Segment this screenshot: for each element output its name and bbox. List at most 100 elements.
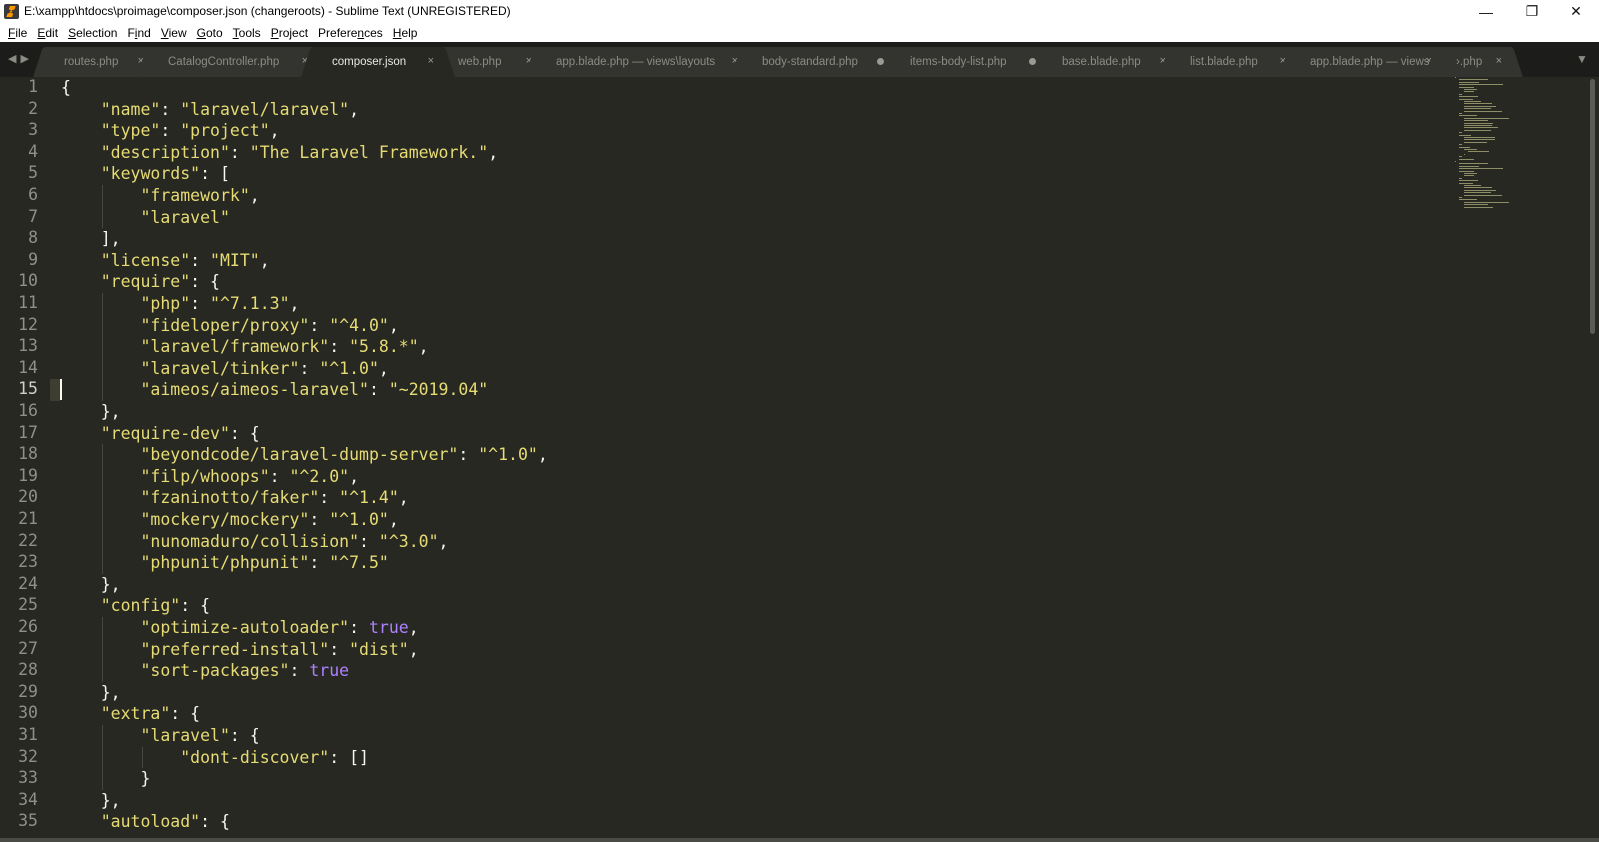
punctuation-token: , — [408, 639, 419, 659]
tab[interactable]: items-body-list.php — [890, 47, 1048, 77]
code-line[interactable]: ], — [61, 228, 121, 250]
close-window-button[interactable]: ✕ — [1553, 0, 1599, 23]
menu-item[interactable]: File — [3, 26, 32, 40]
code-line[interactable]: "nunomaduro/collision": "^3.0", — [61, 531, 448, 553]
code-line[interactable]: }, — [61, 790, 121, 812]
code-line[interactable]: "php": "^7.1.3", — [61, 293, 299, 315]
code-line[interactable]: }, — [61, 682, 121, 704]
horizontal-scrollbar[interactable] — [0, 838, 1599, 842]
tab-active[interactable]: composer.json × — [312, 47, 444, 77]
tab-close-icon[interactable]: × — [428, 55, 434, 67]
tab[interactable]: app.blade.php — views\layouts × — [536, 47, 748, 77]
string-token: "5.8.*" — [349, 337, 419, 357]
punctuation-token: , — [289, 294, 300, 313]
string-token: "phpunit/phpunit" — [140, 553, 310, 573]
string-token: "beyondcode/laravel-dump-server" — [140, 445, 459, 465]
menu-accelerator: V — [160, 25, 169, 40]
minimap-line — [1468, 151, 1490, 153]
punctuation-token: , — [398, 488, 409, 508]
code-line[interactable]: "laravel/framework": "5.8.*", — [61, 336, 429, 358]
code-line[interactable]: } — [61, 768, 150, 790]
punctuation-token: : { — [190, 272, 220, 292]
menu-item[interactable]: Project — [266, 26, 313, 40]
tab-label: routes.php — [64, 56, 119, 68]
minimap-line — [1463, 204, 1488, 206]
code-line[interactable]: "license": "MIT", — [61, 250, 270, 272]
minimap-line — [1463, 206, 1494, 208]
code-line[interactable]: "beyondcode/laravel-dump-server": "^1.0"… — [61, 444, 547, 466]
tab[interactable]: ›.php × — [1436, 47, 1512, 77]
menu-item[interactable]: Help — [388, 26, 423, 40]
menu-item[interactable]: Selection — [63, 26, 122, 40]
code-line[interactable]: "description": "The Laravel Framework.", — [61, 142, 498, 164]
menu-item[interactable]: View — [156, 26, 192, 40]
tab-scroll-right-icon[interactable]: ▶ — [20, 52, 28, 65]
vertical-scrollbar-thumb[interactable] — [1590, 79, 1595, 334]
code-line[interactable]: }, — [61, 401, 121, 423]
tab[interactable]: body-standard.php — [742, 47, 896, 77]
punctuation-token: : — [309, 315, 330, 335]
code-editor[interactable]: 1 2 3 4 5 6 7 8 9 10 11 12 13 14 15 16 17 18 19 20 21 22 23 24 2… — [0, 77, 1599, 842]
code-line[interactable]: "fideloper/proxy": "^4.0", — [61, 315, 398, 337]
string-token: "framework" — [140, 186, 250, 205]
line-number: 20 — [18, 487, 38, 507]
minimap-line — [1459, 180, 1479, 182]
menu-item[interactable]: Tools — [228, 26, 266, 40]
code-line[interactable]: "keywords": [ — [61, 163, 230, 185]
code-line[interactable]: "laravel": { — [61, 725, 259, 747]
punctuation-token: }, — [61, 402, 121, 421]
punctuation-token: : — [329, 337, 350, 357]
code-line[interactable]: "fzaninotto/faker": "^1.4", — [61, 487, 409, 509]
code-line[interactable]: "optimize-autoloader": true, — [61, 617, 418, 639]
minimap-line — [1455, 77, 1457, 78]
code-line[interactable]: "filp/whoops": "^2.0", — [61, 466, 359, 488]
menu-item[interactable]: Goto — [192, 26, 228, 40]
minimap-line — [1459, 115, 1477, 117]
menu-item[interactable]: Edit — [32, 26, 63, 40]
code-line[interactable]: "framework", — [61, 185, 259, 207]
sublime-text-icon — [4, 4, 19, 19]
code-line[interactable]: "aimeos/aimeos-laravel": "~2019.04" — [61, 379, 488, 401]
tab[interactable]: app.blade.php — views × — [1290, 47, 1442, 77]
tab[interactable]: list.blade.php × — [1170, 47, 1296, 77]
tab-label: app.blade.php — views — [1310, 56, 1430, 68]
string-token: "laravel" — [140, 726, 230, 745]
minimap[interactable] — [1455, 77, 1560, 212]
tab[interactable]: base.blade.php × — [1042, 47, 1176, 77]
code-line[interactable]: "require-dev": { — [61, 423, 260, 445]
menu-item[interactable]: Find — [122, 26, 155, 40]
tab-overflow-menu-icon[interactable]: ▼ — [1576, 52, 1588, 66]
code-line[interactable]: "mockery/mockery": "^1.0", — [61, 509, 398, 531]
code-line[interactable]: }, — [61, 574, 121, 596]
minimize-button[interactable]: — — [1463, 0, 1509, 23]
menu-item[interactable]: Preferences — [313, 26, 388, 40]
code-line[interactable]: "phpunit/phpunit": "^7.5" — [61, 552, 388, 574]
tab-scroll-arrows[interactable]: ◀ ▶ — [8, 52, 29, 65]
minimap-line — [1463, 127, 1498, 129]
tab-close-icon[interactable]: × — [1496, 55, 1502, 67]
menu-label-part: election — [76, 25, 118, 40]
code-line[interactable]: "laravel" — [61, 207, 229, 229]
line-number: 11 — [18, 293, 38, 312]
minimap-line — [1455, 161, 1457, 162]
code-line[interactable]: "type": "project", — [61, 120, 280, 142]
code-line[interactable]: "sort-packages": true — [61, 660, 349, 682]
code-line[interactable]: "preferred-install": "dist", — [61, 639, 419, 661]
line-number: 9 — [28, 249, 38, 269]
code-line[interactable]: "config": { — [61, 595, 210, 617]
window-title: E:\xampp\htdocs\proimage\composer.json (… — [24, 4, 511, 18]
code-line[interactable]: "autoload": { — [61, 811, 230, 833]
code-line[interactable]: "require": { — [61, 271, 220, 293]
maximize-button[interactable]: ❐ — [1509, 0, 1555, 23]
code-line[interactable]: "extra": { — [61, 703, 200, 725]
code-line[interactable]: "dont-discover": [] — [61, 747, 369, 769]
tab-scroll-left-icon[interactable]: ◀ — [8, 52, 16, 65]
punctuation-token: , — [418, 337, 429, 357]
code-line[interactable]: { — [61, 77, 71, 99]
indent-guide — [101, 725, 103, 790]
line-number: 30 — [18, 703, 38, 723]
tab[interactable]: CatalogController.php × — [148, 47, 318, 77]
tab-label: list.blade.php — [1190, 56, 1258, 68]
code-line[interactable]: "name": "laravel/laravel", — [61, 99, 359, 121]
code-line[interactable]: "laravel/tinker": "^1.0", — [61, 358, 388, 380]
